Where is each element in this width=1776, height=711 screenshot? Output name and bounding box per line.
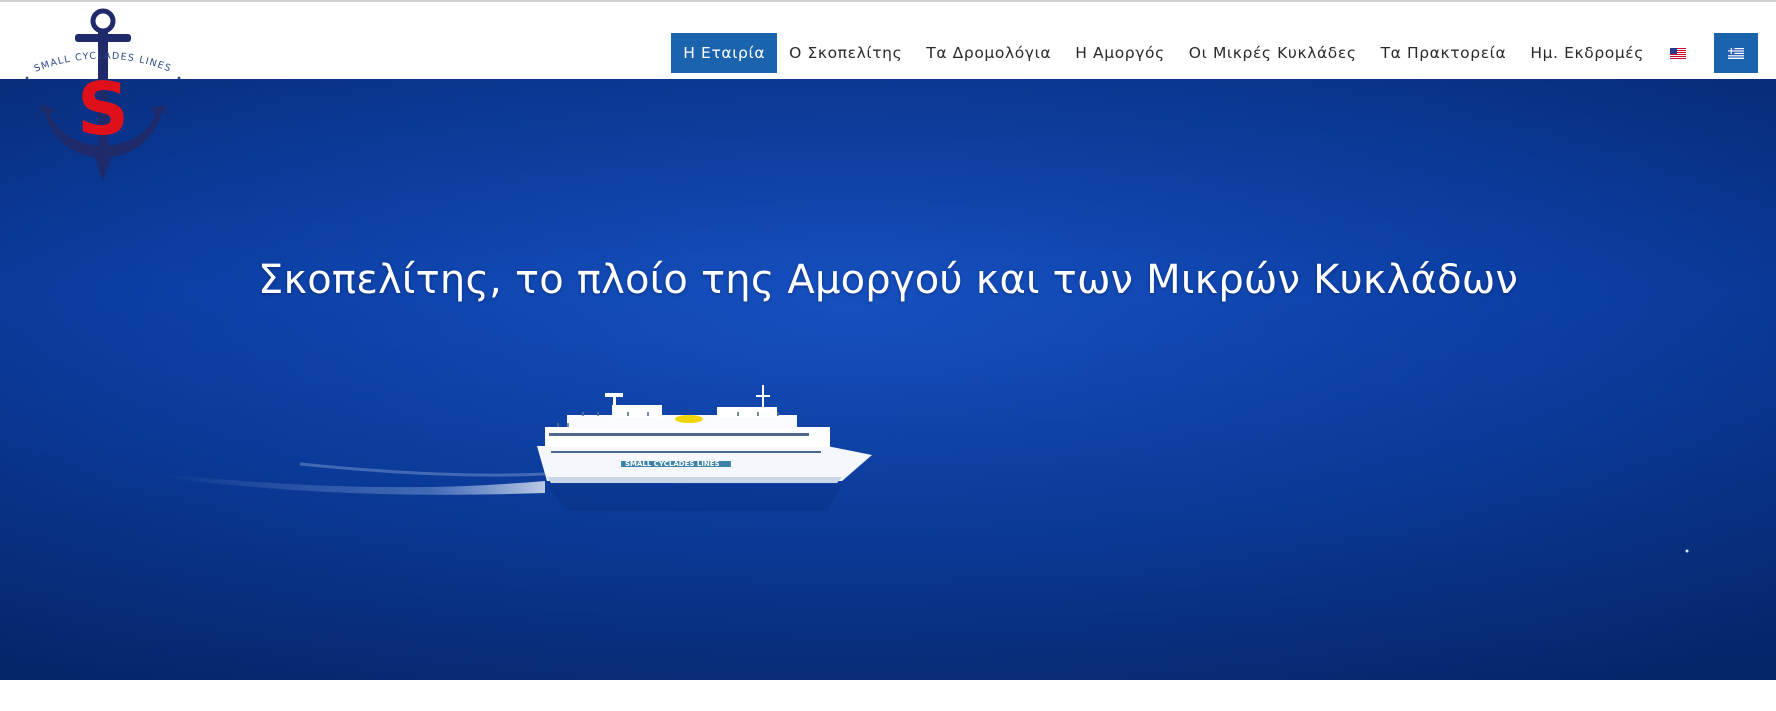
small-cyclades-lines-logo[interactable]: S SMALL CYCLADES LINES bbox=[18, 6, 188, 184]
us-flag-icon[interactable] bbox=[1670, 47, 1686, 59]
page-bottom bbox=[0, 680, 1776, 711]
nav-item-company[interactable]: Η Εταιρία bbox=[671, 33, 778, 73]
greek-language-button[interactable] bbox=[1714, 33, 1758, 73]
nav-item-agencies[interactable]: Τα Πρακτορεία bbox=[1369, 33, 1519, 73]
logo-letter: S bbox=[77, 67, 129, 151]
svg-text:SMALL CYCLADES LINES: SMALL CYCLADES LINES bbox=[625, 460, 720, 468]
nav-item-schedules[interactable]: Τα Δρομολόγια bbox=[914, 33, 1063, 73]
nav-item-small-cyclades[interactable]: Οι Μικρές Κυκλάδες bbox=[1177, 33, 1369, 73]
sea-background: SMALL CYCLADES LINES bbox=[0, 79, 1776, 680]
greek-flag-icon bbox=[1728, 47, 1744, 59]
hero-banner: SMALL CYCLADES LINES Σκοπελίτης, το πλοί… bbox=[0, 79, 1776, 680]
site-header: Η Εταιρία Ο Σκοπελίτης Τα Δρομολόγια Η Α… bbox=[0, 2, 1776, 79]
hero-title: Σκοπελίτης, το πλοίο της Αμοργού και των… bbox=[258, 257, 1518, 303]
page: Η Εταιρία Ο Σκοπελίτης Τα Δρομολόγια Η Α… bbox=[0, 0, 1776, 711]
main-nav: Η Εταιρία Ο Σκοπελίτης Τα Δρομολόγια Η Α… bbox=[671, 33, 1758, 73]
nav-item-amorgos[interactable]: Η Αμοργός bbox=[1063, 33, 1177, 73]
nav-item-day-trips[interactable]: Ημ. Εκδρομές bbox=[1518, 33, 1656, 73]
nav-item-skopelitis[interactable]: Ο Σκοπελίτης bbox=[777, 33, 914, 73]
